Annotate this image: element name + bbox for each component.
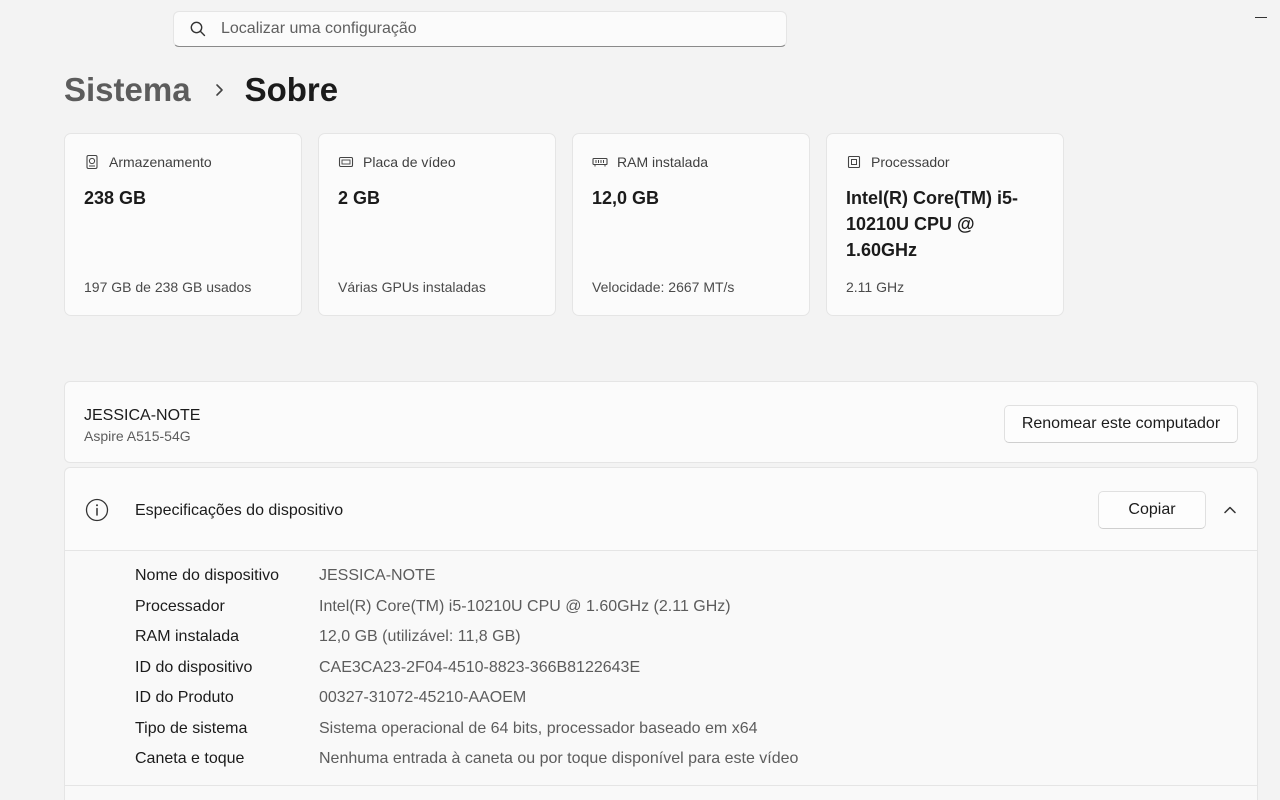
processor-card[interactable]: Processador Intel(R) Core(TM) i5-10210U … xyxy=(826,133,1064,316)
gpu-card[interactable]: Placa de vídeo 2 GB Várias GPUs instalad… xyxy=(318,133,556,316)
card-footer: Várias GPUs instaladas xyxy=(338,279,486,295)
breadcrumb-parent[interactable]: Sistema xyxy=(64,71,191,109)
spec-value: JESSICA-NOTE xyxy=(319,567,436,585)
card-value: 12,0 GB xyxy=(592,188,660,208)
storage-icon xyxy=(84,154,100,170)
chevron-up-icon[interactable] xyxy=(1219,499,1241,521)
spec-label: Tipo de sistema xyxy=(135,719,248,737)
computer-name-panel: JESSICA-NOTE Aspire A515-54G Renomear es… xyxy=(64,381,1258,463)
card-label: Processador xyxy=(871,154,950,170)
device-specs-title: Especificações do dispositivo xyxy=(135,502,344,519)
spec-row: Processador Intel(R) Core(TM) i5-10210U … xyxy=(135,592,798,623)
card-value: 238 GB xyxy=(84,188,147,208)
spec-label: RAM instalada xyxy=(135,628,240,646)
spec-row: Caneta e toque Nenhuma entrada à caneta … xyxy=(135,744,798,775)
spec-value: CAE3CA23-2F04-4510-8823-366B8122643E xyxy=(319,658,641,676)
spec-label: ID do dispositivo xyxy=(135,658,253,676)
spec-row: Tipo de sistema Sistema operacional de 6… xyxy=(135,714,798,745)
page-title: Sobre xyxy=(244,71,339,108)
spec-label: Processador xyxy=(135,597,225,615)
card-footer: 2.11 GHz xyxy=(846,279,905,295)
copy-button[interactable]: Copiar xyxy=(1098,491,1206,529)
ram-icon xyxy=(592,154,608,170)
spec-value: Sistema operacional de 64 bits, processa… xyxy=(319,719,758,737)
summary-cards: Armazenamento 238 GB 197 GB de 238 GB us… xyxy=(64,133,1064,316)
spec-value: Nenhuma entrada à caneta ou por toque di… xyxy=(319,750,799,768)
spec-value: 12,0 GB (utilizável: 11,8 GB) xyxy=(319,628,521,646)
breadcrumb: Sistema Sobre xyxy=(64,68,338,112)
ram-card[interactable]: RAM instalada 12,0 GB Velocidade: 2667 M… xyxy=(572,133,810,316)
chevron-right-icon xyxy=(209,79,231,101)
spec-value: 00327-31072-45210-AAOEM xyxy=(319,689,527,707)
info-icon xyxy=(85,498,109,522)
spec-row: ID do Produto 00327-31072-45210-AAOEM xyxy=(135,683,798,714)
storage-card[interactable]: Armazenamento 238 GB 197 GB de 238 GB us… xyxy=(64,133,302,316)
spec-label: Nome do dispositivo xyxy=(135,567,280,585)
spec-value: Intel(R) Core(TM) i5-10210U CPU @ 1.60GH… xyxy=(319,597,731,615)
search-input[interactable] xyxy=(221,20,786,38)
search-box[interactable] xyxy=(173,11,787,47)
card-footer: 197 GB de 238 GB usados xyxy=(84,279,252,295)
spec-row: ID do dispositivo CAE3CA23-2F04-4510-882… xyxy=(135,653,798,684)
spec-rows: Nome do dispositivo JESSICA-NOTE Process… xyxy=(135,561,798,775)
device-specs-panel: Especificações do dispositivo Copiar Nom… xyxy=(64,467,1258,800)
divider xyxy=(65,785,1257,786)
computer-name: JESSICA-NOTE xyxy=(84,407,201,424)
card-label: RAM instalada xyxy=(617,154,709,170)
processor-icon xyxy=(846,154,862,170)
gpu-icon xyxy=(338,154,354,170)
search-icon xyxy=(189,20,207,38)
spec-label: Caneta e toque xyxy=(135,750,245,768)
spec-row: RAM instalada 12,0 GB (utilizável: 11,8 … xyxy=(135,622,798,653)
device-specs-header[interactable]: Especificações do dispositivo Copiar xyxy=(65,468,1257,551)
card-value: 2 GB xyxy=(338,188,381,208)
computer-model: Aspire A515-54G xyxy=(84,428,191,444)
rename-computer-button[interactable]: Renomear este computador xyxy=(1004,405,1238,443)
card-label: Placa de vídeo xyxy=(363,154,456,170)
spec-label: ID do Produto xyxy=(135,689,234,707)
minimize-icon[interactable] xyxy=(1254,10,1268,24)
card-label: Armazenamento xyxy=(109,154,212,170)
spec-row: Nome do dispositivo JESSICA-NOTE xyxy=(135,561,798,592)
card-value: Intel(R) Core(TM) i5-10210U CPU @ 1.60GH… xyxy=(846,188,1018,260)
card-footer: Velocidade: 2667 MT/s xyxy=(592,279,735,295)
settings-about-page: Sistema Sobre Armazenamento 238 GB 197 G… xyxy=(0,0,1280,800)
